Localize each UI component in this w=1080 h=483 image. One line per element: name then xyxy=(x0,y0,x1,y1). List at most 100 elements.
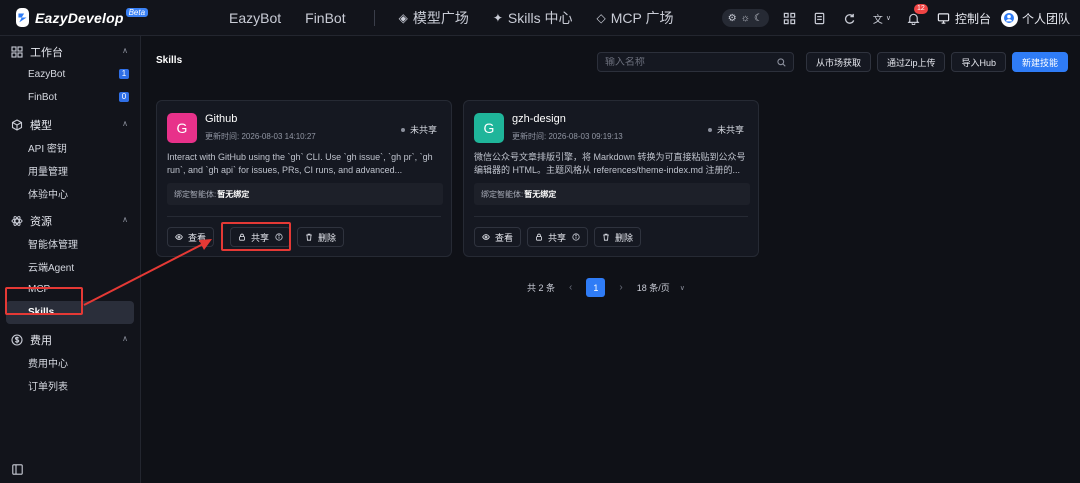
page-title: Skills xyxy=(156,55,183,66)
chevron-up-icon: ∧ xyxy=(122,46,128,55)
sidebar-item-finbot[interactable]: FinBot 0 xyxy=(0,86,140,109)
delete-button[interactable]: 删除 xyxy=(594,227,642,247)
view-button[interactable]: 查看 xyxy=(474,227,522,247)
zip-upload-button[interactable]: 通过Zip上传 xyxy=(876,52,946,72)
translate-icon[interactable]: 文 ∨ xyxy=(872,11,891,26)
sidebar-item-cloud-agent[interactable]: 云端Agent xyxy=(0,255,140,278)
next-page-icon[interactable]: › xyxy=(619,282,622,293)
team-switcher[interactable]: 个人团队 xyxy=(1000,9,1070,27)
sidebar-item-experience[interactable]: 体验中心 xyxy=(0,182,140,205)
share-button[interactable]: 共享 xyxy=(230,227,292,247)
sidebar-group-billing[interactable]: 费用 ∧ xyxy=(0,328,140,351)
card-actions: 查看 共享 删除 xyxy=(167,227,350,247)
console-link[interactable]: 控制台 xyxy=(937,10,991,27)
atom-icon xyxy=(11,215,23,227)
total-count: 共 2 条 xyxy=(527,283,556,293)
doc-icon[interactable] xyxy=(813,11,827,25)
sidebar-group-resources[interactable]: 资源 ∧ xyxy=(0,209,140,232)
search-input[interactable] xyxy=(604,56,775,68)
sidebar-item-billing-center[interactable]: 费用中心 xyxy=(0,351,140,374)
nav-mcp-plaza[interactable]: ◇ MCP 广场 xyxy=(596,8,673,28)
sidebar-item-eazybot[interactable]: EazyBot 1 xyxy=(0,63,140,86)
page-size-select[interactable]: 18 条/页 ∨ xyxy=(637,281,685,294)
count-badge: 0 xyxy=(119,92,129,102)
beta-badge: Beta xyxy=(125,8,149,17)
skill-avatar: G xyxy=(167,113,197,143)
moon-icon[interactable]: ☾ xyxy=(754,13,763,24)
bell-icon[interactable]: 12 xyxy=(907,4,928,25)
bound-agent: 绑定智能体: 暂无绑定 xyxy=(167,183,443,205)
skill-card[interactable]: G gzh-design 更新时间: 2026-08-03 09:19:13 未… xyxy=(463,100,759,257)
sidebar-item-skills[interactable]: Skills xyxy=(6,301,134,324)
nav-model-plaza[interactable]: ◈ 模型广场 xyxy=(399,8,469,28)
sidebar-item-label: 体验中心 xyxy=(28,190,68,201)
lock-icon xyxy=(536,233,542,241)
nav-skills-center[interactable]: ✦ Skills 中心 xyxy=(493,8,573,28)
sidebar-item-label: 订单列表 xyxy=(28,382,68,393)
avatar xyxy=(1000,9,1018,27)
updated-label: 更新时间: xyxy=(512,132,547,141)
sidebar: 工作台 ∧ EazyBot 1 FinBot 0 模型 ∧ API 密钥 用量管… xyxy=(0,36,141,483)
translate-label: 文 xyxy=(872,14,883,26)
chevron-down-icon: ∨ xyxy=(679,284,685,292)
pagination: 共 2 条 ‹ 1 › 18 条/页 ∨ xyxy=(527,278,685,297)
sidebar-item-label: 费用中心 xyxy=(28,359,68,370)
import-hub-button[interactable]: 导入Hub xyxy=(951,52,1006,72)
top-bar: EazyDevelop Beta EazyBot FinBot ◈ 模型广场 ✦… xyxy=(0,0,1080,36)
skill-updated: 更新时间: 2026-08-03 14:10:27 xyxy=(205,131,316,142)
auto-theme-icon[interactable]: ⚙ xyxy=(728,13,737,24)
share-label: 共享 xyxy=(548,232,567,243)
sparkle-icon: ✦ xyxy=(492,10,503,25)
status-dot xyxy=(400,127,405,132)
share-label: 共享 xyxy=(251,232,270,243)
market-button[interactable]: 从市场获取 xyxy=(805,52,871,72)
sidebar-item-orders[interactable]: 订单列表 xyxy=(0,374,140,397)
sidebar-item-label: Skills xyxy=(28,307,55,318)
page-number[interactable]: 1 xyxy=(586,278,606,297)
chevron-up-icon: ∧ xyxy=(122,215,128,224)
nav-finbot[interactable]: FinBot xyxy=(305,10,345,26)
main-content: Skills 从市场获取 通过Zip上传 导入Hub 新建技能 G Github… xyxy=(141,36,1080,483)
refresh-icon[interactable] xyxy=(843,11,857,25)
theme-switch[interactable]: ⚙ ☼ ☾ xyxy=(721,9,769,27)
bound-agent: 绑定智能体: 暂无绑定 xyxy=(474,183,750,205)
share-button[interactable]: 共享 xyxy=(527,227,589,247)
info-icon[interactable] xyxy=(572,233,580,241)
sidebar-item-agents[interactable]: 智能体管理 xyxy=(0,232,140,255)
create-skill-button[interactable]: 新建技能 xyxy=(1011,52,1068,72)
prev-page-icon[interactable]: ‹ xyxy=(569,282,572,293)
updated-label: 更新时间: xyxy=(205,132,240,141)
sidebar-item-mcp[interactable]: MCP xyxy=(0,278,140,301)
sidebar-item-label: 云端Agent xyxy=(28,263,75,274)
sidebar-group-model[interactable]: 模型 ∧ xyxy=(0,113,140,136)
skill-updated: 更新时间: 2026-08-03 09:19:13 xyxy=(512,131,623,142)
chevron-up-icon: ∧ xyxy=(122,334,128,343)
sidebar-item-label: MCP xyxy=(28,284,51,295)
card-actions: 查看 共享 删除 xyxy=(474,227,647,247)
sidebar-item-label: FinBot xyxy=(28,92,57,103)
diamond-outline-icon: ◇ xyxy=(596,10,606,25)
collapse-sidebar-icon[interactable] xyxy=(12,464,23,475)
sidebar-group-label: 工作台 xyxy=(30,46,63,59)
search-icon[interactable] xyxy=(777,58,786,67)
apps-icon[interactable] xyxy=(783,11,797,25)
trash-icon xyxy=(306,233,312,241)
notification-badge: 12 xyxy=(913,4,928,14)
sun-icon[interactable]: ☼ xyxy=(741,13,750,24)
nav-eazybot[interactable]: EazyBot xyxy=(229,10,281,26)
updated-time: 2026-08-03 14:10:27 xyxy=(241,132,316,141)
share-status-label: 未共享 xyxy=(716,125,744,135)
sidebar-group-workbench[interactable]: 工作台 ∧ xyxy=(0,40,140,63)
brand[interactable]: EazyDevelop Beta xyxy=(0,8,149,27)
skill-card[interactable]: G Github 更新时间: 2026-08-03 14:10:27 未共享 I… xyxy=(156,100,452,257)
sidebar-item-api-key[interactable]: API 密钥 xyxy=(0,136,140,159)
sidebar-item-usage[interactable]: 用量管理 xyxy=(0,159,140,182)
cube-icon xyxy=(11,118,23,131)
view-button[interactable]: 查看 xyxy=(167,227,215,247)
count-badge: 1 xyxy=(119,69,129,79)
info-icon[interactable] xyxy=(275,233,283,241)
skill-name: Github xyxy=(205,113,238,125)
delete-button[interactable]: 删除 xyxy=(297,227,345,247)
nav-divider xyxy=(373,9,375,26)
sidebar-group-label: 费用 xyxy=(30,334,52,347)
